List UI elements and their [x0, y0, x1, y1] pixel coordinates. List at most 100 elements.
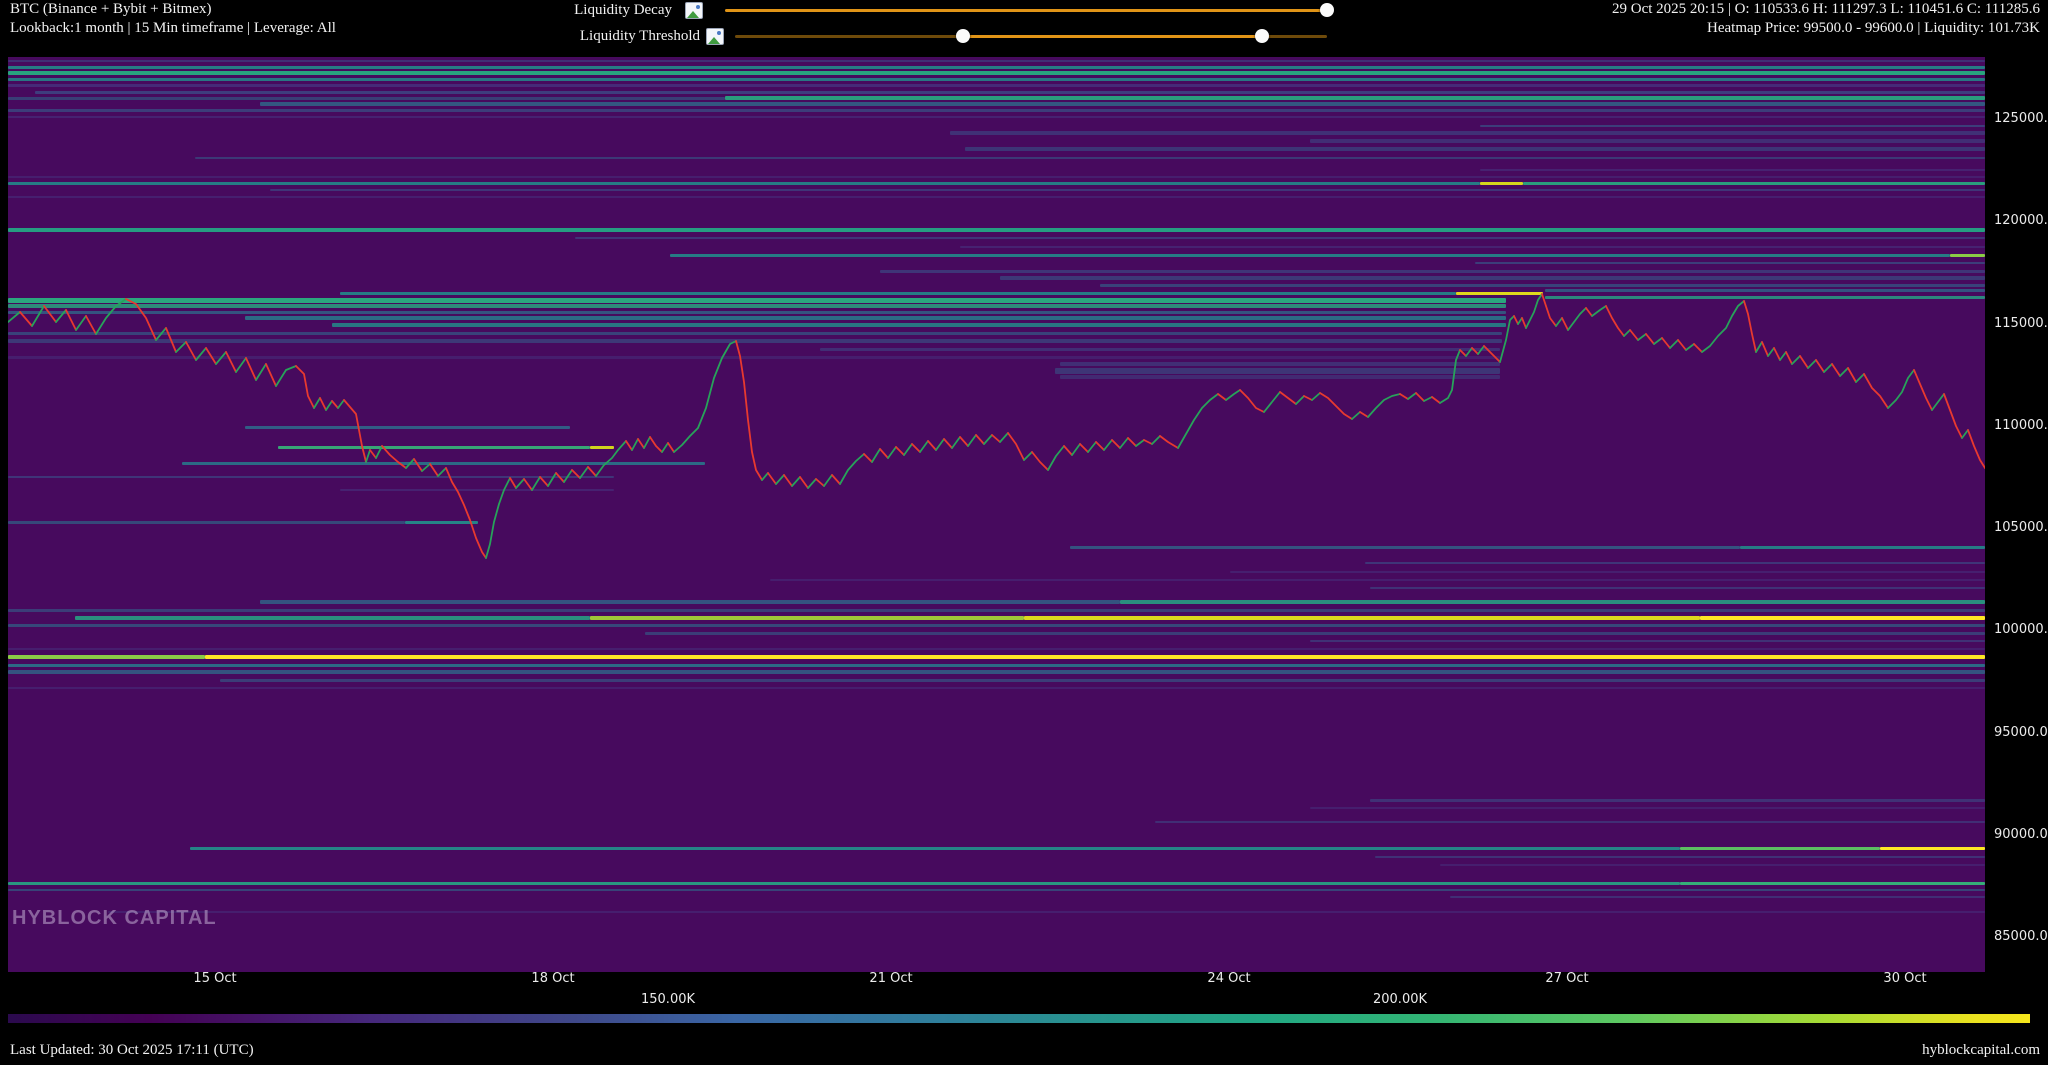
price-line-segment	[1624, 330, 1630, 336]
price-line-segment	[572, 470, 580, 478]
price-line-segment	[904, 444, 912, 455]
price-line-segment	[376, 446, 382, 458]
image-glyph-dot	[717, 31, 721, 35]
price-line-segment	[1072, 444, 1080, 455]
price-line-segment	[1694, 344, 1702, 352]
price-line-segment	[674, 341, 736, 452]
price-line-segment	[1088, 442, 1096, 452]
price-line-segment	[382, 446, 406, 468]
price-line-segment	[840, 454, 864, 484]
price-line-segment	[540, 477, 548, 486]
price-line-segment	[1024, 452, 1032, 460]
price-line-segment	[8, 312, 20, 322]
date-tick-label: 30 Oct	[1883, 971, 1926, 986]
price-line-segment	[1032, 452, 1048, 470]
price-line-segment	[1526, 294, 1542, 328]
chart-subtitle-lookback: Lookback:1 month | 15 Min timeframe | Le…	[10, 20, 336, 37]
price-line-segment	[344, 400, 366, 462]
price-line-segment	[968, 435, 976, 446]
price-line-segment	[1160, 436, 1178, 448]
price-line-segment	[984, 435, 992, 444]
price-line-segment	[816, 479, 824, 486]
date-tick-label: 27 Oct	[1545, 971, 1588, 986]
liquidity-threshold-slider-track[interactable]	[735, 35, 963, 38]
price-line-segment	[126, 299, 156, 340]
price-line-segment	[438, 468, 446, 476]
price-line-segment	[1178, 394, 1218, 448]
price-line-segment	[1832, 364, 1840, 376]
price-line-segment	[976, 435, 984, 444]
price-line-segment	[1556, 318, 1562, 326]
price-line-segment	[928, 441, 936, 450]
price-line-segment	[1962, 430, 1968, 438]
price-line-segment	[1312, 393, 1320, 400]
liquidation-heatmap-canvas[interactable]: HYBLOCK CAPITAL	[8, 57, 1985, 972]
price-line-segment	[1218, 394, 1226, 400]
price-tick-label: 110000.0	[1994, 418, 2048, 433]
price-line-segment	[1824, 364, 1832, 372]
price-line-segment	[430, 464, 438, 476]
date-tick-label: 18 Oct	[531, 971, 574, 986]
price-line-segment	[1226, 390, 1240, 400]
price-line-segment	[1808, 360, 1816, 368]
price-line-segment	[76, 316, 86, 330]
liquidity-decay-slider-handle[interactable]	[1320, 3, 1334, 17]
price-line-segment	[792, 477, 800, 486]
price-line-segment	[776, 475, 784, 484]
date-tick-label: 21 Oct	[869, 971, 912, 986]
price-line-segment	[1352, 412, 1360, 419]
price-line-segment	[524, 479, 532, 490]
price-line-segment	[1400, 394, 1408, 399]
price-line-segment	[912, 444, 920, 452]
price-line-segment	[1944, 394, 1962, 438]
colorbar-tick-label: 200.00K	[1373, 992, 1427, 1007]
price-line-segment	[1440, 350, 1460, 403]
last-updated-text: Last Updated: 30 Oct 2025 17:11 (UTC)	[10, 1042, 254, 1059]
liquidity-threshold-label: Liquidity Threshold	[580, 28, 700, 45]
liquidity-threshold-slider-range[interactable]	[963, 35, 1262, 38]
date-tick-label: 15 Oct	[193, 971, 236, 986]
price-line-segment	[96, 299, 126, 334]
price-line-segment	[1424, 397, 1432, 401]
price-line-segment	[1368, 394, 1400, 417]
image-glyph	[708, 37, 720, 44]
price-tick-label: 115000.0	[1994, 316, 2048, 331]
price-line-segment	[1460, 350, 1466, 356]
price-line-segment	[872, 449, 880, 462]
price-line-segment	[256, 364, 266, 380]
price-line-segment	[338, 400, 344, 408]
liquidity-threshold-slider-track[interactable]	[1262, 35, 1327, 38]
price-line-segment	[56, 310, 66, 322]
price-line-segment	[1064, 446, 1072, 455]
liquidity-decay-icon[interactable]	[685, 2, 703, 19]
price-line-segment	[1592, 306, 1606, 316]
price-line-segment	[1840, 368, 1848, 376]
liquidity-threshold-icon[interactable]	[706, 28, 724, 45]
price-line-segment	[662, 443, 668, 452]
price-line-segment	[1848, 368, 1856, 382]
chart-title: BTC (Binance + Bybit + Bitmex)	[10, 1, 211, 18]
price-line-segment	[1768, 348, 1774, 356]
price-line-segment	[1780, 352, 1786, 360]
app-window: BTC (Binance + Bybit + Bitmex) Lookback:…	[0, 0, 2048, 1065]
price-line-segment	[632, 439, 638, 450]
price-line-segment	[66, 310, 76, 330]
price-line-segment	[1000, 433, 1008, 442]
price-line-segment	[1562, 318, 1568, 330]
price-line-segment	[944, 439, 952, 448]
price-line-segment	[276, 366, 296, 386]
liquidity-decay-label: Liquidity Decay	[574, 2, 672, 19]
price-line-segment	[650, 437, 662, 452]
price-line-segment	[896, 447, 904, 455]
price-line-segment	[1432, 397, 1440, 403]
price-line-segment	[1466, 348, 1472, 356]
liquidity-colorbar	[8, 1014, 2030, 1023]
liquidity-decay-slider-track[interactable]	[725, 9, 1327, 12]
price-line-segment	[832, 475, 840, 484]
price-line-segment	[326, 401, 332, 410]
liquidity-threshold-handle-high[interactable]	[1255, 29, 1269, 43]
price-line-segment	[864, 454, 872, 462]
liquidity-threshold-handle-low[interactable]	[956, 29, 970, 43]
price-tick-label: 120000.0	[1994, 213, 2048, 228]
price-line-segment	[1630, 330, 1638, 340]
